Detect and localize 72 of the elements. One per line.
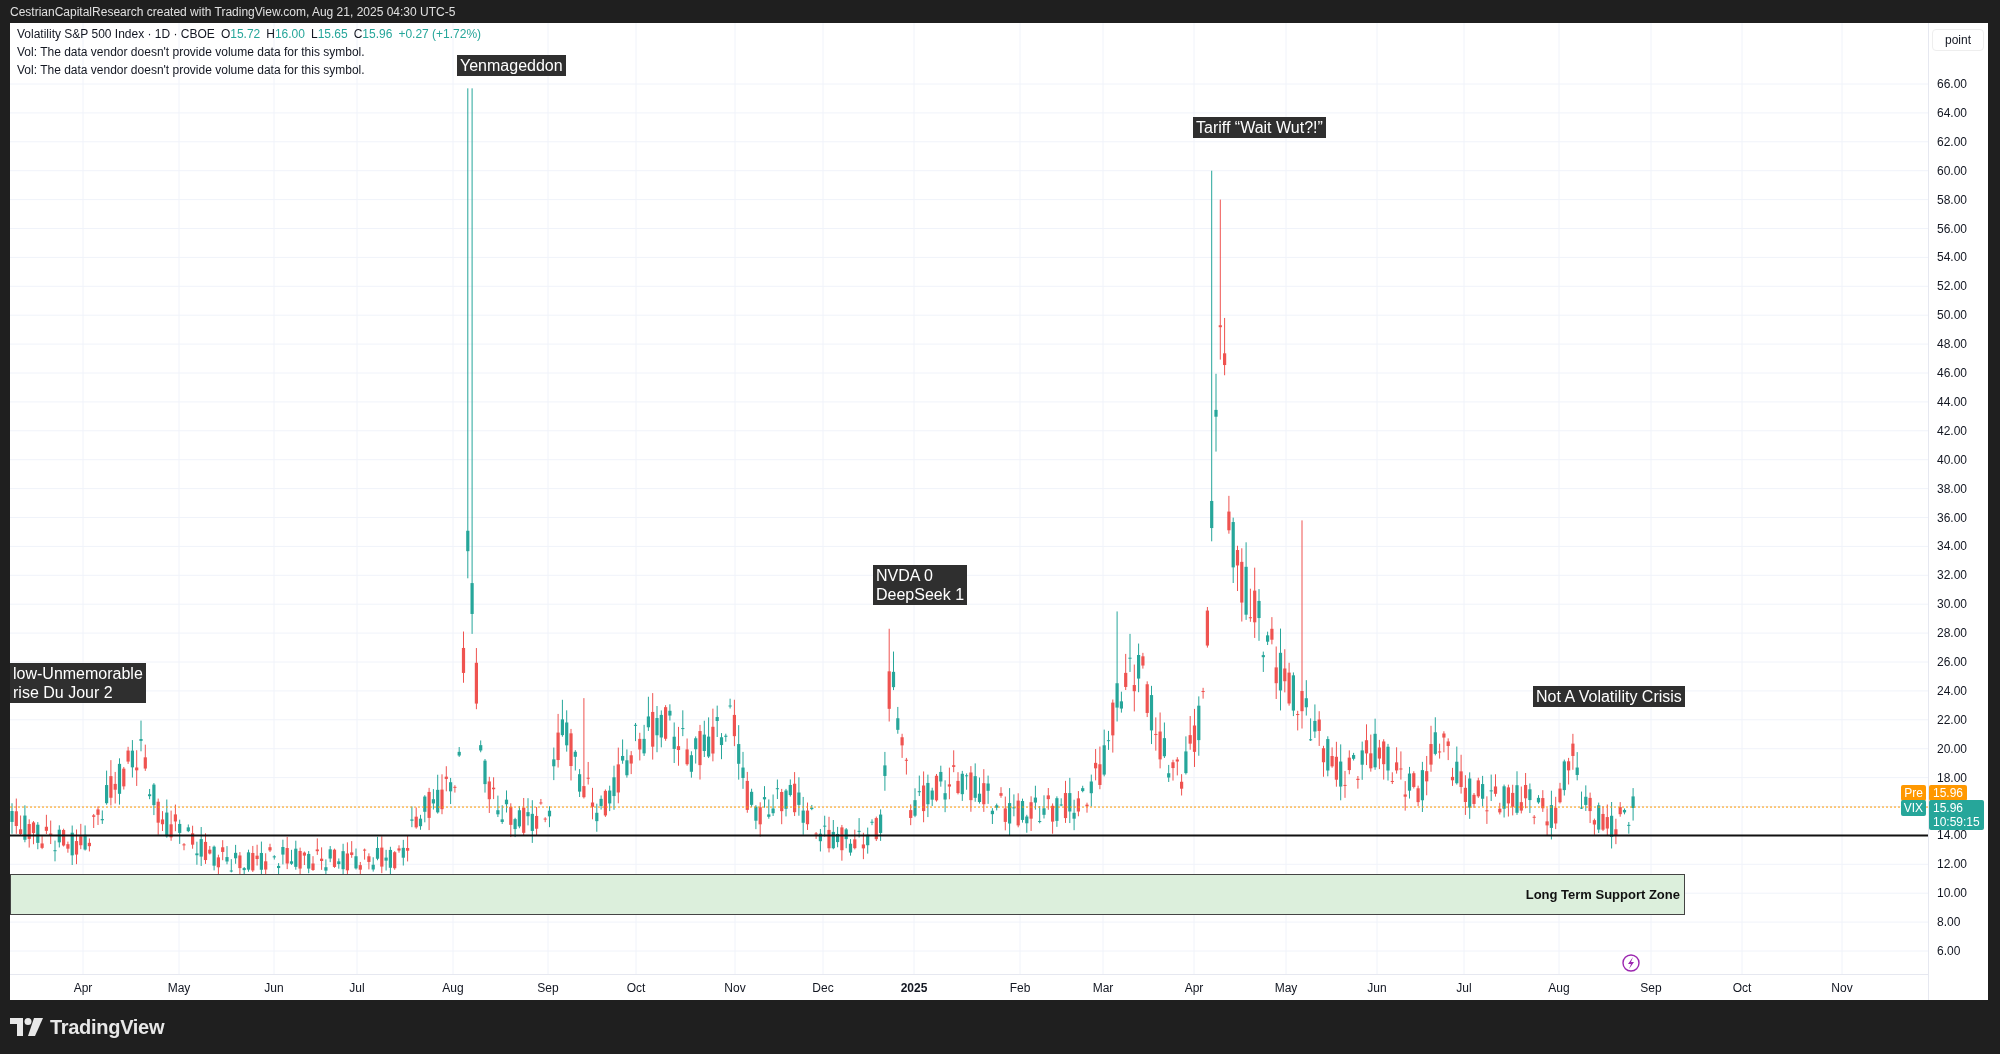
- price-tick: 40.00: [1937, 452, 1968, 467]
- price-tick: 26.00: [1937, 655, 1968, 669]
- lightning-icon[interactable]: [1622, 954, 1640, 972]
- annotation-label: Not A Volatility Crisis: [1533, 686, 1685, 707]
- price-tick: 28.00: [1937, 626, 1968, 641]
- price-tick: 54.00: [1937, 250, 1968, 265]
- time-label: Sep: [1640, 981, 1662, 996]
- price-tick: 42.00: [1937, 423, 1968, 438]
- time-label: Jul: [349, 981, 365, 996]
- time-label: Sep: [537, 981, 559, 996]
- annotation-label: Yenmageddon: [457, 55, 566, 76]
- price-tick: 20.00: [1937, 741, 1968, 756]
- time-label: Dec: [812, 981, 834, 996]
- brand-name: TradingView: [50, 1015, 165, 1039]
- time-label: Oct: [626, 981, 646, 996]
- price-tick: 58.00: [1937, 192, 1968, 207]
- price-tick: 64.00: [1937, 105, 1968, 120]
- symbol-title: Volatility S&P 500 Index · 1D · CBOE: [17, 27, 215, 41]
- time-label: Aug: [442, 981, 464, 996]
- time-label: May: [167, 981, 191, 996]
- price-tick: 50.00: [1937, 308, 1968, 323]
- time-label: Jul: [1456, 981, 1472, 996]
- price-tick: 66.00: [1937, 77, 1968, 91]
- price-tick: 34.00: [1937, 539, 1968, 554]
- price-tick: 8.00: [1937, 915, 1961, 930]
- price-tick: 22.00: [1937, 712, 1968, 727]
- price-tick: 10.00: [1937, 886, 1968, 901]
- price-tick: 38.00: [1937, 481, 1968, 496]
- time-label: Jun: [264, 981, 284, 996]
- annotation-label: NVDA 0 DeepSeek 1: [873, 565, 968, 605]
- price-value-label: 15.96 10:59:15: [1929, 800, 1984, 830]
- time-label: Apr: [73, 981, 93, 996]
- price-tick: 12.00: [1937, 857, 1968, 872]
- time-label: Apr: [1184, 981, 1204, 996]
- unit-label[interactable]: point: [1932, 29, 1984, 51]
- price-tick: 60.00: [1937, 163, 1968, 178]
- price-value-label: 15.96: [1929, 785, 1968, 801]
- time-label: Mar: [1092, 981, 1114, 996]
- ohlc-value: L15.65: [310, 27, 348, 41]
- price-tag: Pre: [1901, 785, 1926, 801]
- price-tick: 44.00: [1937, 394, 1968, 409]
- time-label: Nov: [724, 981, 746, 996]
- price-tick: 18.00: [1937, 770, 1968, 785]
- price-tick: 30.00: [1937, 597, 1968, 612]
- ohlc-value: H16.00: [266, 27, 305, 41]
- time-label: Jun: [1367, 981, 1387, 996]
- attribution-text: CestrianCapitalResearch created with TradingView.com, Aug 21, 2025 04:30 UTC-5: [10, 4, 456, 19]
- price-tick: 14.00: [1937, 828, 1968, 843]
- annotation-label: Tariff “Wait Wut?!”: [1193, 117, 1326, 138]
- price-tag: VIX: [1900, 800, 1926, 816]
- time-label: Aug: [1548, 981, 1570, 996]
- price-tick: 6.00: [1937, 944, 1961, 958]
- time-label: Oct: [1732, 981, 1752, 996]
- time-label: May: [1274, 981, 1298, 996]
- price-tick: 32.00: [1937, 568, 1968, 583]
- price-tick: 46.00: [1937, 366, 1968, 380]
- price-tick: 24.00: [1937, 683, 1968, 698]
- logo-icon: [10, 1018, 44, 1036]
- time-label: 2025: [900, 981, 928, 996]
- price-tick: 52.00: [1937, 279, 1968, 294]
- ohlc-value: C15.96: [353, 27, 393, 41]
- volume-note: Vol: The data vendor doesn't provide volume data for this symbol.: [17, 45, 366, 59]
- time-label: Nov: [1831, 981, 1853, 996]
- change-value: +0.27 (+1.72%): [398, 27, 482, 41]
- time-label: Feb: [1009, 981, 1031, 996]
- price-tick: 48.00: [1937, 337, 1968, 352]
- price-tick: 62.00: [1937, 134, 1968, 149]
- price-tick: 56.00: [1937, 221, 1968, 236]
- annotation-label: low-Unmemorable rise Du Jour 2: [10, 663, 146, 703]
- price-tick: 36.00: [1937, 510, 1968, 525]
- ohlc-value: O15.72: [220, 27, 261, 41]
- zone-label: Long Term Support Zone: [1525, 887, 1680, 903]
